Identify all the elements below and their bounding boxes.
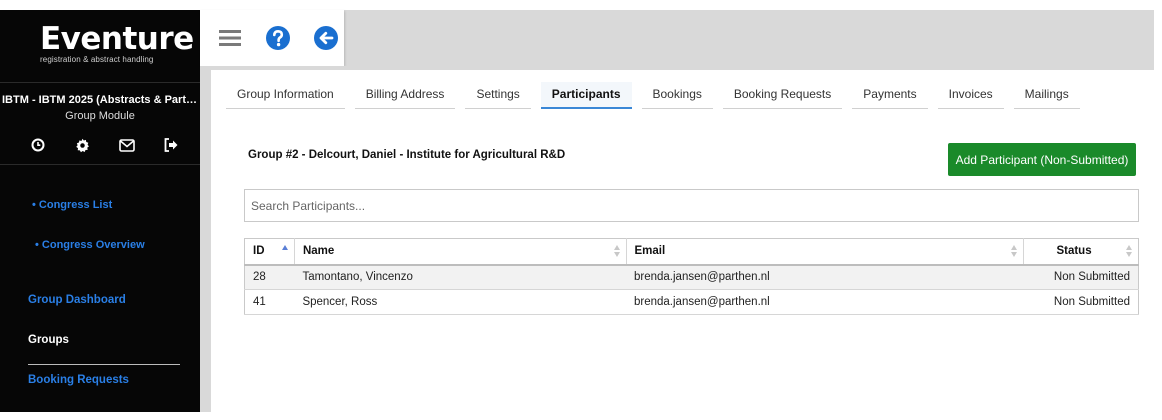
column-header-label: Name <box>302 245 335 258</box>
sidebar-item-groups[interactable]: Groups <box>28 334 69 346</box>
column-header-email[interactable]: Email <box>626 238 1025 266</box>
cell-status: Non Submitted <box>1023 264 1139 290</box>
add-participant-button[interactable]: Add Participant (Non-Submitted) <box>948 143 1136 176</box>
tab-settings[interactable]: Settings <box>465 82 531 109</box>
tab-payments[interactable]: Payments <box>852 82 928 109</box>
sidebar-item-group-dashboard[interactable]: Group Dashboard <box>28 294 126 306</box>
tab-booking-requests[interactable]: Booking Requests <box>722 82 843 109</box>
module-label: Group Module <box>65 110 135 122</box>
search-participants-input[interactable] <box>244 189 1139 222</box>
tab-bookings[interactable]: Bookings <box>641 82 713 109</box>
cell-id: 28 <box>244 264 295 290</box>
congress-title: IBTM - IBTM 2025 (Abstracts & Participan… <box>2 94 200 106</box>
logout-icon[interactable] <box>164 137 180 153</box>
tab-billing-address[interactable]: Billing Address <box>354 82 456 109</box>
sidebar-item-congress-overview[interactable]: • Congress Overview <box>35 239 145 251</box>
group-title: Group #2 - Delcourt, Daniel - Institute … <box>248 149 566 161</box>
mail-icon[interactable] <box>119 137 136 153</box>
column-header-label: Status <box>1056 245 1092 258</box>
table-row[interactable]: 41 Spencer, Ross brenda.jansen@parthen.n… <box>244 289 1139 315</box>
menu-icon <box>219 30 241 46</box>
sidebar-item-booking-requests[interactable]: Booking Requests <box>28 374 129 386</box>
column-header-label: Email <box>634 245 666 258</box>
sidebar-item-congress-list[interactable]: • Congress List <box>32 199 112 211</box>
help-button[interactable] <box>260 20 296 56</box>
toolbar <box>200 10 344 66</box>
tab-mailings[interactable]: Mailings <box>1013 82 1080 109</box>
sidebar-icon-bar <box>30 137 180 153</box>
sort-icon <box>1011 245 1018 259</box>
tab-group-information[interactable]: Group Information <box>226 82 345 109</box>
table-header-row: ID Name Email Status <box>244 238 1139 266</box>
sidebar-divider <box>0 82 200 83</box>
cell-email: brenda.jansen@parthen.nl <box>626 264 1024 290</box>
column-header-label: ID <box>253 245 265 258</box>
column-header-id[interactable]: ID <box>244 238 295 266</box>
cell-id: 41 <box>244 289 295 315</box>
sidebar: Eventure registration & abstract handlin… <box>0 10 200 412</box>
sidebar-divider <box>0 164 200 165</box>
logo-wordmark: Eventure <box>40 21 194 57</box>
active-item-underline <box>28 364 180 365</box>
tab-invoices[interactable]: Invoices <box>937 82 1004 109</box>
top-bar <box>200 10 1154 66</box>
tab-participants[interactable]: Participants <box>540 82 632 109</box>
gear-icon[interactable] <box>75 137 91 153</box>
cell-name: Tamontano, Vincenzo <box>294 264 626 290</box>
clock-icon[interactable] <box>30 137 46 153</box>
column-header-name[interactable]: Name <box>294 238 627 266</box>
column-header-status[interactable]: Status <box>1023 238 1139 266</box>
menu-button[interactable] <box>212 20 248 56</box>
tab-bar: Group Information Billing Address Settin… <box>226 82 1080 109</box>
cell-name: Spencer, Ross <box>294 289 626 315</box>
back-button[interactable] <box>308 20 344 56</box>
table-row[interactable]: 28 Tamontano, Vincenzo brenda.jansen@par… <box>244 264 1139 290</box>
logo-tagline: registration & abstract handling <box>40 55 154 64</box>
sort-asc-icon <box>281 245 289 259</box>
cell-email: brenda.jansen@parthen.nl <box>626 289 1024 315</box>
eventure-logo[interactable]: Eventure registration & abstract handlin… <box>40 21 194 65</box>
cell-status: Non Submitted <box>1023 289 1139 315</box>
sort-icon <box>1126 245 1133 259</box>
back-icon <box>314 26 338 50</box>
help-icon <box>266 26 290 50</box>
participants-table: ID Name Email Status 28 Tamontano, Vince… <box>244 238 1139 315</box>
sort-icon <box>613 245 621 259</box>
